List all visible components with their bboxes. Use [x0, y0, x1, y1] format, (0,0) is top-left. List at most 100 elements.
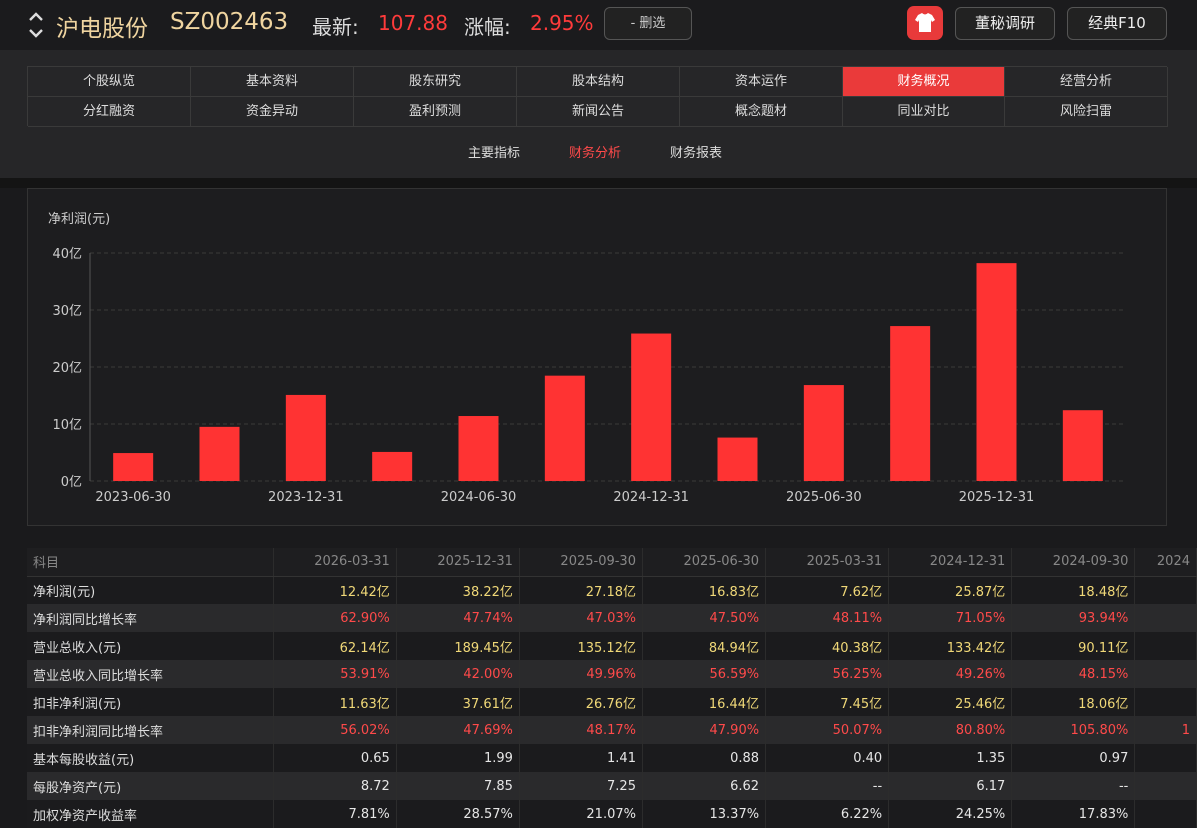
nav-tab[interactable]: 股东研究: [354, 67, 517, 97]
row-label: 营业总收入同比增长率: [27, 660, 274, 688]
stock-name: 沪电股份: [56, 16, 148, 42]
sub-tab[interactable]: 主要指标: [468, 142, 520, 161]
table-cell: 1.99: [396, 744, 520, 772]
table-cell: 25.46亿: [888, 688, 1013, 716]
nav-tab[interactable]: 新闻公告: [517, 97, 680, 127]
nav-tab[interactable]: 盈利预测: [354, 97, 517, 127]
table-cell: [1134, 632, 1197, 660]
table-cell: 7.81%: [273, 800, 397, 828]
table-cell: 47.90%: [642, 716, 767, 744]
nav-tab[interactable]: 风险扫雷: [1005, 97, 1168, 127]
col-header[interactable]: 2025-03-31: [765, 548, 890, 577]
table-body: 净利润(元) 12.42亿 38.22亿 27.18亿 16.83亿 7.62亿 25.87…: [27, 576, 1197, 828]
table-cell: 189.45亿: [396, 632, 520, 660]
x-tick-label: 2024-12-31: [613, 490, 689, 505]
table-cell: 49.96%: [519, 660, 643, 688]
tshirt-icon: [915, 13, 935, 32]
table-cell: 53.91%: [273, 660, 397, 688]
switch-stock-icon[interactable]: [26, 8, 46, 42]
table-cell: 49.26%: [888, 660, 1013, 688]
row-label: 扣非净利润同比增长率: [27, 716, 274, 744]
table-row[interactable]: 基本每股收益(元) 0.65 1.99 1.41 0.88 0.40 1.35 0.97: [27, 744, 1197, 772]
sub-tab[interactable]: 财务分析: [569, 142, 621, 161]
row-label: 营业总收入(元): [27, 632, 274, 660]
y-tick-label: 40亿: [52, 247, 82, 262]
table-row[interactable]: 营业总收入(元) 62.14亿 189.45亿 135.12亿 84.94亿 40.38亿…: [27, 632, 1197, 660]
table-cell: 6.62: [642, 772, 767, 800]
nav-tab[interactable]: 概念题材: [680, 97, 843, 127]
table-cell: 40.38亿: [765, 632, 890, 660]
x-tick-label: 2024-06-30: [441, 490, 517, 505]
table-cell: 16.83亿: [642, 576, 767, 604]
nav-tab[interactable]: 分红融资: [28, 97, 191, 127]
table-cell: 48.11%: [765, 604, 890, 632]
table-cell: 11.63亿: [273, 688, 397, 716]
table-cell: 71.05%: [888, 604, 1013, 632]
table-cell: 7.25: [519, 772, 643, 800]
table-cell: 56.59%: [642, 660, 767, 688]
bar: [285, 394, 326, 481]
nav-tab[interactable]: 财务概况: [843, 67, 1005, 97]
nav-tab[interactable]: 股本结构: [517, 67, 680, 97]
table-row[interactable]: 净利润同比增长率 62.90% 47.74% 47.03% 47.50% 48.11% 71…: [27, 604, 1197, 632]
bar: [803, 385, 844, 481]
col-header[interactable]: 2025-12-31: [396, 548, 520, 577]
bar: [890, 326, 931, 481]
table-row[interactable]: 加权净资产收益率 7.81% 28.57% 21.07% 13.37% 6.22% 24.2…: [27, 800, 1197, 828]
table-row[interactable]: 每股净资产(元) 8.72 7.85 7.25 6.62 -- 6.17 --: [27, 772, 1197, 800]
table-cell: 56.02%: [273, 716, 397, 744]
bar: [458, 416, 499, 481]
table-cell: 48.15%: [1011, 660, 1136, 688]
table-row[interactable]: 营业总收入同比增长率 53.91% 42.00% 49.96% 56.59% 56.25%…: [27, 660, 1197, 688]
stock-code: SZ002463: [170, 9, 289, 35]
classic-f10-button[interactable]: 经典F10: [1067, 7, 1167, 40]
table-cell: 16.44亿: [642, 688, 767, 716]
table-cell: 7.85: [396, 772, 520, 800]
table-row[interactable]: 扣非净利润同比增长率 56.02% 47.69% 48.17% 47.90% 50.07%…: [27, 716, 1197, 744]
table-cell: 17.83%: [1011, 800, 1136, 828]
row-label: 净利润同比增长率: [27, 604, 274, 632]
latest-price: 107.88: [378, 11, 448, 35]
table-row[interactable]: 扣非净利润(元) 11.63亿 37.61亿 26.76亿 16.44亿 7.45亿 25.…: [27, 688, 1197, 716]
row-label: 每股净资产(元): [27, 772, 274, 800]
y-tick-label: 10亿: [52, 418, 82, 433]
table-cell: 135.12亿: [519, 632, 643, 660]
section-divider: [0, 178, 1197, 188]
table-cell: [1134, 744, 1197, 772]
y-tick-label: 30亿: [52, 304, 82, 319]
table-cell: 47.69%: [396, 716, 520, 744]
table-cell: 90.11亿: [1011, 632, 1136, 660]
y-tick-label: 20亿: [52, 361, 82, 376]
table-cell: 38.22亿: [396, 576, 520, 604]
table-cell: 37.61亿: [396, 688, 520, 716]
stock-header: 沪电股份 SZ002463 最新: 107.88 涨幅: 2.95% - 删选 …: [0, 0, 1197, 50]
nav-tab[interactable]: 经营分析: [1005, 67, 1168, 97]
col-header[interactable]: 2026-03-31: [273, 548, 397, 577]
nav-tab[interactable]: 个股纵览: [28, 67, 191, 97]
table-cell: 47.74%: [396, 604, 520, 632]
col-header[interactable]: 2025-09-30: [519, 548, 643, 577]
nav-tab[interactable]: 同业对比: [843, 97, 1005, 127]
nav-tab[interactable]: 资金异动: [191, 97, 354, 127]
table-cell: 13.37%: [642, 800, 767, 828]
table-cell: [1134, 660, 1197, 688]
table-row[interactable]: 净利润(元) 12.42亿 38.22亿 27.18亿 16.83亿 7.62亿 25.87…: [27, 576, 1197, 604]
table-cell: 27.18亿: [519, 576, 643, 604]
col-header[interactable]: 2024-09-30: [1011, 548, 1136, 577]
dongmi-research-button[interactable]: 董秘调研: [955, 7, 1055, 40]
col-header[interactable]: 2024: [1134, 548, 1197, 577]
table-cell: 93.94%: [1011, 604, 1136, 632]
table-cell: 133.42亿: [888, 632, 1013, 660]
delete-watchlist-button[interactable]: - 删选: [604, 7, 692, 40]
nav-tab[interactable]: 资本运作: [680, 67, 843, 97]
table-cell: 21.07%: [519, 800, 643, 828]
chart-svg: 净利润(元) 0亿 10亿 20亿 30亿 40亿 2023-06-30 2023-12-31…: [48, 212, 1126, 505]
col-header[interactable]: 2025-06-30: [642, 548, 767, 577]
table-cell: 26.76亿: [519, 688, 643, 716]
table-cell: 7.45亿: [765, 688, 890, 716]
sub-tab[interactable]: 财务报表: [670, 142, 722, 161]
skin-button[interactable]: [907, 6, 943, 40]
table-cell: 56.25%: [765, 660, 890, 688]
col-header[interactable]: 2024-12-31: [888, 548, 1013, 577]
nav-tab[interactable]: 基本资料: [191, 67, 354, 97]
